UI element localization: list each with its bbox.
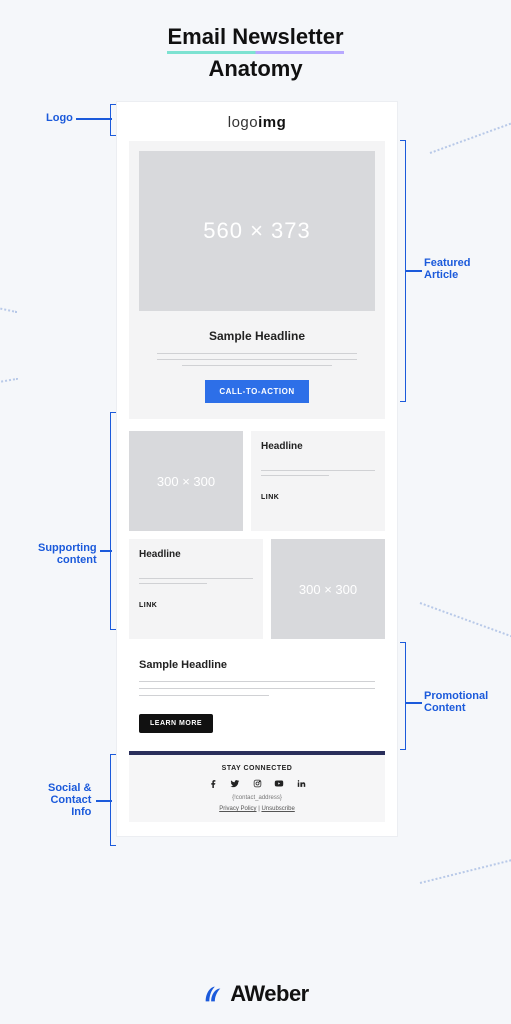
promotional-content-block: Sample Headline LEARN MORE: [129, 647, 385, 747]
decorative-dots: [0, 282, 17, 313]
promo-headline: Sample Headline: [139, 659, 375, 671]
decorative-dots: [420, 602, 511, 655]
hero-image-placeholder: 560 × 373: [139, 151, 375, 311]
twitter-icon[interactable]: [230, 778, 240, 788]
supporting-link[interactable]: LINK: [139, 602, 253, 609]
privacy-policy-link[interactable]: Privacy Policy: [219, 806, 256, 812]
facebook-icon[interactable]: [208, 778, 218, 788]
annotation-promotional: Promotional Content: [424, 690, 488, 714]
body-text-lines: [139, 681, 375, 696]
email-mockup: logoimg 560 × 373 Sample Headline CALL-T…: [117, 102, 397, 836]
stay-connected-label: STAY CONNECTED: [129, 765, 385, 772]
body-text-lines: [139, 574, 253, 588]
featured-headline: Sample Headline: [139, 329, 375, 343]
supporting-link[interactable]: LINK: [261, 494, 375, 501]
unsubscribe-link[interactable]: Unsubscribe: [261, 806, 294, 812]
supporting-content-block: 300 × 300 Headline LINK Headline LINK: [129, 431, 385, 639]
featured-article-block: 560 × 373 Sample Headline CALL-TO-ACTION: [129, 141, 385, 419]
annotation-social: Social & Contact Info: [48, 782, 91, 818]
annotation-bracket: [110, 412, 116, 630]
logo-text-light: logo: [228, 114, 258, 131]
logo-text-bold: img: [258, 114, 286, 131]
logo-row: logoimg: [117, 102, 397, 141]
learn-more-button[interactable]: LEARN MORE: [139, 714, 213, 733]
supporting-image-placeholder: 300 × 300: [271, 539, 385, 639]
title-line-1: Email Newsletter: [167, 24, 343, 54]
aweber-logo-icon: [202, 983, 224, 1005]
supporting-text-block: Headline LINK: [251, 431, 385, 531]
footer-links: Privacy Policy | Unsubscribe: [129, 806, 385, 812]
annotation-bracket: [400, 642, 406, 750]
title-line-2: Anatomy: [0, 56, 511, 82]
annotation-logo: Logo: [46, 112, 73, 124]
annotation-bracket: [110, 754, 116, 846]
supporting-image-placeholder: 300 × 300: [129, 431, 243, 531]
supporting-headline: Headline: [261, 441, 375, 452]
annotation-connector: [406, 270, 422, 272]
cta-button[interactable]: CALL-TO-ACTION: [205, 380, 308, 403]
annotation-supporting: Supporting content: [38, 542, 97, 566]
brand-footer: AWeber: [0, 981, 511, 1010]
annotation-bracket: [400, 140, 406, 402]
body-text-lines: [261, 466, 375, 480]
annotation-connector: [76, 118, 112, 120]
diagram-canvas: logoimg 560 × 373 Sample Headline CALL-T…: [0, 82, 511, 982]
annotation-connector: [406, 702, 422, 704]
contact-address: {!contact_address}: [129, 795, 385, 801]
decorative-dots: [430, 101, 511, 154]
image-dimensions-label: 300 × 300: [299, 582, 357, 597]
decorative-dots: [0, 378, 18, 404]
body-text-lines: [139, 353, 375, 366]
image-dimensions-label: 300 × 300: [157, 474, 215, 489]
social-icons-row: [129, 778, 385, 788]
footer-block: STAY CONNECTED {!contact_address} Privac…: [129, 755, 385, 822]
annotation-featured: Featured Article: [424, 257, 470, 281]
supporting-row-2: Headline LINK 300 × 300: [129, 539, 385, 639]
supporting-headline: Headline: [139, 549, 253, 560]
supporting-text-block: Headline LINK: [129, 539, 263, 639]
linkedin-icon[interactable]: [296, 778, 306, 788]
decorative-dots: [420, 846, 511, 884]
brand-name: AWeber: [230, 981, 309, 1007]
annotation-bracket: [110, 104, 116, 136]
instagram-icon[interactable]: [252, 778, 262, 788]
page-title: Email Newsletter Anatomy: [0, 0, 511, 82]
youtube-icon[interactable]: [274, 778, 284, 788]
supporting-row-1: 300 × 300 Headline LINK: [129, 431, 385, 531]
hero-dimensions-label: 560 × 373: [203, 218, 310, 244]
